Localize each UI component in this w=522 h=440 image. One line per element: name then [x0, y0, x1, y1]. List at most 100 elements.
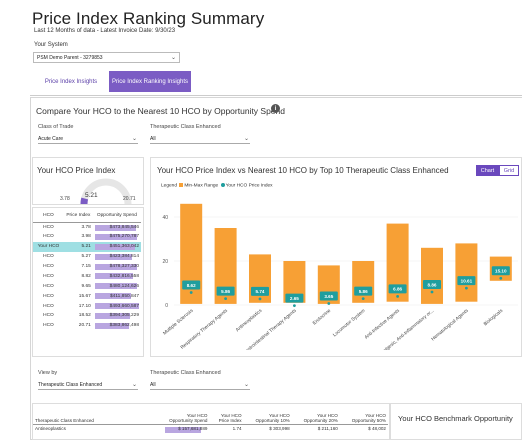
rank-table-row[interactable]: HCO 5.27 $423,384,814 — [33, 252, 141, 262]
rank-cell-hco: Your HCO — [33, 241, 64, 252]
hco-marker — [361, 297, 365, 301]
x-tick-label: Endocrine — [312, 308, 333, 327]
tab-divider — [30, 95, 522, 96]
rank-cell-spend: $475,270,787 — [93, 232, 141, 242]
rank-table-row[interactable]: HCO 8.82 $432,816,558 — [33, 271, 141, 281]
opp-col-spend[interactable]: Your HCO Opportunity Spend — [161, 404, 210, 425]
view-by-value: Therapeutic Class Enhanced — [38, 382, 103, 388]
rank-table-row[interactable]: HCO 15.67 $411,850,847 — [33, 291, 141, 301]
page-subtitle: Last 12 Months of data - Latest Invoice … — [34, 28, 176, 34]
therapeutic-class-select[interactable]: All ⌄ — [150, 135, 250, 144]
opp-cell-spend-value: $ 157,681,889 — [178, 426, 208, 432]
x-tick-label: Biologicals — [483, 308, 505, 328]
view-by-label: View by — [38, 370, 58, 376]
data-label: 15.10 — [495, 269, 507, 274]
legend-range-swatch — [179, 183, 184, 187]
chevron-down-icon: ⌄ — [243, 136, 249, 142]
gauge-min: 3.78 — [60, 196, 70, 202]
rank-table-row[interactable]: HCO 17.10 $493,660,587 — [33, 301, 141, 311]
rank-cell-spend-value: $478,327,330 — [109, 264, 139, 269]
bottom-therapeutic-select[interactable]: All ⌄ — [150, 381, 250, 390]
rank-table-row[interactable]: HCO 18.52 $394,305,229 — [33, 311, 141, 321]
rank-table-row[interactable]: HCO 7.15 $478,327,330 — [33, 262, 141, 272]
rank-cell-spend: $451,363,042 — [92, 241, 141, 252]
info-icon[interactable]: i — [271, 104, 280, 113]
system-select[interactable]: PSM Demo Parent - 3279853 ⌄ — [33, 52, 180, 63]
tab-price-index-insights[interactable]: Price Index Insights — [33, 71, 109, 92]
rank-cell-hco: HCO — [43, 283, 54, 289]
data-label: 2.65 — [290, 296, 299, 301]
chart-title: Your HCO Price Index vs Nearest 10 HCO b… — [157, 166, 449, 175]
therapeutic-class-value: All — [150, 136, 156, 142]
legend-prefix: Legend — [161, 183, 178, 189]
grid-view-button[interactable]: Grid — [499, 165, 519, 176]
x-tick-label: Analgesic, Anti-Inflammatory or... — [378, 308, 436, 350]
rank-cell-spend-value: $451,363,042 — [109, 244, 139, 250]
rank-cell-spend-value: $411,850,847 — [110, 293, 139, 299]
data-label: 8.62 — [187, 283, 196, 288]
range-bar — [352, 261, 375, 303]
hco-marker — [189, 291, 193, 294]
opportunity-table-row[interactable]: Antineoplastics $ 157,681,889 1.74 $ 303,99… — [33, 424, 388, 433]
opp-col-50[interactable]: Your HCO Opportunity 50% — [339, 404, 388, 425]
opp-col-class[interactable]: Therapeutic Class Enhanced — [33, 404, 162, 425]
rank-cell-spend-value: $432,816,558 — [109, 273, 139, 279]
chart-legend: Legend Min-Max Range Your HCO Price Inde… — [161, 183, 273, 188]
rank-table-row[interactable]: HCO 3.78 $473,845,546 — [33, 222, 141, 232]
rank-cell-index: 3.78 — [81, 224, 91, 230]
rank-cell-spend: $480,124,626 — [93, 281, 141, 291]
rank-cell-spend: $493,660,587 — [93, 301, 141, 311]
rank-cell-index: 5.21 — [63, 241, 93, 252]
chevron-down-icon: ⌄ — [131, 136, 137, 142]
data-label: 10.61 — [461, 278, 473, 283]
rank-cell-spend: $478,327,330 — [93, 262, 141, 272]
rank-table-row[interactable]: HCO 3.98 $475,270,787 — [33, 232, 141, 242]
rank-cell-index: 15.67 — [78, 293, 91, 299]
class-of-trade-select[interactable]: Acute Care ⌄ — [38, 135, 138, 144]
bottom-therapeutic-value: All — [150, 382, 156, 388]
opp-col-20[interactable]: Your HCO Opportunity 20% — [291, 404, 340, 425]
rank-cell-spend: $411,850,847 — [93, 291, 141, 301]
tab-price-index-ranking-insights[interactable]: Price Index Ranking Insights — [109, 71, 191, 92]
opp-cell-20: $ 211,160 — [317, 426, 338, 432]
rank-cell-spend-value: $473,845,546 — [109, 224, 139, 230]
y-tick-label: 0 — [165, 303, 168, 309]
x-tick-label: Gastrointestinal Therapy Agents — [242, 308, 299, 350]
rank-cell-hco: HCO — [43, 234, 54, 240]
rank-cell-spend-value: $423,384,814 — [109, 254, 139, 260]
hco-marker — [258, 297, 262, 301]
rank-col-spend[interactable]: Opportunity Spend — [92, 210, 141, 223]
rank-cell-spend: $394,305,229 — [93, 311, 141, 321]
legend-hco-swatch — [220, 183, 225, 187]
rank-col-hco[interactable]: HCO — [33, 210, 64, 223]
rank-cell-spend-value: $493,660,587 — [109, 303, 139, 309]
rank-cell-hco: HCO — [43, 264, 54, 269]
hco-marker — [499, 276, 503, 280]
rank-cell-index: 3.98 — [81, 234, 91, 240]
rank-table-row[interactable]: HCO 9.65 $480,124,626 — [33, 281, 141, 291]
rank-table-row[interactable]: Your HCO 5.21 $451,363,042 — [33, 241, 141, 252]
x-tick-label: Hematological Agents — [430, 308, 470, 343]
rank-cell-hco: HCO — [43, 254, 54, 260]
rank-cell-spend-value: $394,305,229 — [109, 313, 139, 319]
hco-marker — [396, 295, 399, 298]
gauge-max: 20.71 — [123, 196, 136, 202]
data-label: 5.74 — [256, 289, 265, 294]
data-label: 6.86 — [393, 287, 402, 292]
rank-cell-spend: $432,816,558 — [93, 271, 141, 281]
hco-marker — [224, 297, 227, 301]
rank-col-price-index[interactable]: Price Index — [63, 210, 93, 223]
hco-marker — [430, 290, 434, 294]
opp-col-10[interactable]: Your HCO Opportunity 10% — [243, 404, 292, 425]
rank-cell-spend: $473,845,546 — [93, 222, 141, 232]
hco-marker — [293, 304, 296, 308]
opp-col-index[interactable]: Your HCO Price Index — [209, 404, 244, 425]
data-label: 5.86 — [359, 289, 368, 294]
view-by-select[interactable]: Therapeutic Class Enhanced ⌄ — [38, 381, 138, 390]
page-title: Price Index Ranking Summary — [32, 9, 265, 28]
rank-table-row[interactable]: HCO 20.71 $383,862,498 — [33, 321, 141, 331]
chart-view-button[interactable]: Chart — [476, 165, 499, 176]
opp-cell-50: $ 48,002 — [368, 426, 386, 432]
rank-cell-hco: HCO — [43, 303, 54, 309]
system-label: Your System — [34, 42, 68, 48]
